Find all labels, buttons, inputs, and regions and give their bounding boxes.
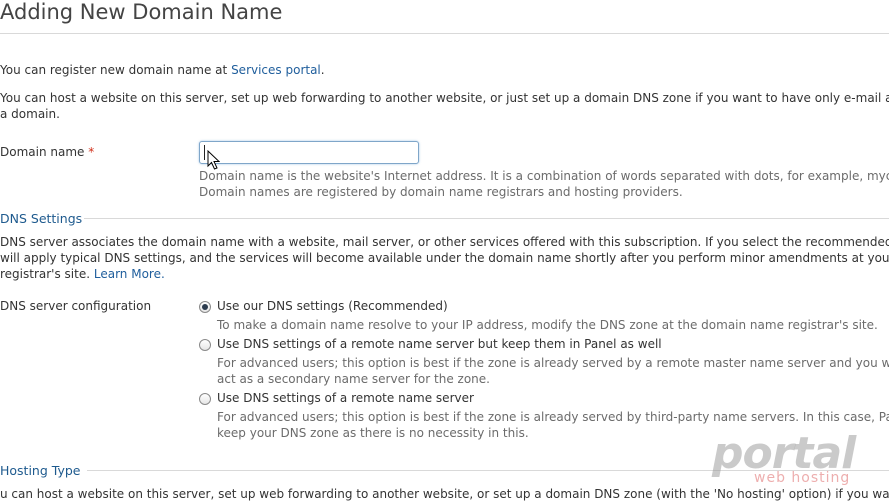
radio-remote-name-server[interactable] bbox=[199, 393, 211, 405]
portal-watermark-logo: portal web hosting bbox=[712, 430, 862, 492]
title-divider bbox=[0, 33, 889, 34]
learn-more-link[interactable]: Learn More. bbox=[94, 267, 165, 281]
domain-hint-line-1: Domain name is the website's Internet ad… bbox=[199, 169, 889, 183]
mouse-pointer-icon bbox=[207, 150, 220, 170]
domain-name-label: Domain name * bbox=[0, 145, 94, 159]
domain-hint-line-2: Domain names are registered by domain na… bbox=[199, 185, 683, 199]
register-text: You can register new domain name at bbox=[0, 63, 232, 77]
dns-section-rule bbox=[84, 218, 889, 219]
option-remote-name-server-label[interactable]: Use DNS settings of a remote name server bbox=[217, 391, 474, 405]
watermark-sub-text: web hosting bbox=[754, 470, 851, 486]
dns-description-line-2: will apply typical DNS settings, and the… bbox=[0, 251, 889, 265]
register-text-end: . bbox=[320, 63, 325, 77]
option-remote-keep-panel-hint-2: act as a secondary name server for the z… bbox=[217, 372, 490, 386]
register-paragraph: You can register new domain name at Serv… bbox=[0, 62, 325, 78]
text-caret bbox=[204, 145, 205, 160]
dns-description-line-3: registrar's site. Learn More. bbox=[0, 266, 165, 282]
option-remote-name-server-hint-1: For advanced users; this option is best … bbox=[217, 410, 889, 424]
radio-remote-keep-panel[interactable] bbox=[199, 339, 211, 351]
services-portal-link[interactable]: Services portal bbox=[231, 63, 321, 77]
radio-our-dns[interactable] bbox=[199, 301, 211, 313]
hosting-type-heading: Hosting Type bbox=[0, 463, 81, 478]
option-remote-name-server-hint-2: keep your DNS zone as there is no necess… bbox=[217, 426, 529, 440]
option-our-dns-label[interactable]: Use our DNS settings (Recommended) bbox=[217, 299, 448, 313]
hosting-intro-line-2: a domain. bbox=[0, 107, 60, 121]
page-title: Adding New Domain Name bbox=[0, 0, 283, 24]
dns-settings-heading: DNS Settings bbox=[0, 211, 83, 226]
required-mark: * bbox=[88, 145, 95, 159]
dns-description-line-1: DNS server associates the domain name wi… bbox=[0, 235, 889, 249]
domain-name-input[interactable] bbox=[199, 141, 419, 164]
dns-description-text: registrar's site. bbox=[0, 267, 94, 281]
option-remote-keep-panel-label[interactable]: Use DNS settings of a remote name server… bbox=[217, 337, 662, 351]
domain-name-label-text: Domain name bbox=[0, 145, 85, 159]
dns-config-label: DNS server configuration bbox=[0, 299, 152, 313]
option-our-dns-hint: To make a domain name resolve to your IP… bbox=[217, 318, 878, 332]
option-remote-keep-panel-hint-1: For advanced users; this option is best … bbox=[217, 356, 889, 370]
hosting-intro-line-1: You can host a website on this server, s… bbox=[0, 91, 889, 105]
